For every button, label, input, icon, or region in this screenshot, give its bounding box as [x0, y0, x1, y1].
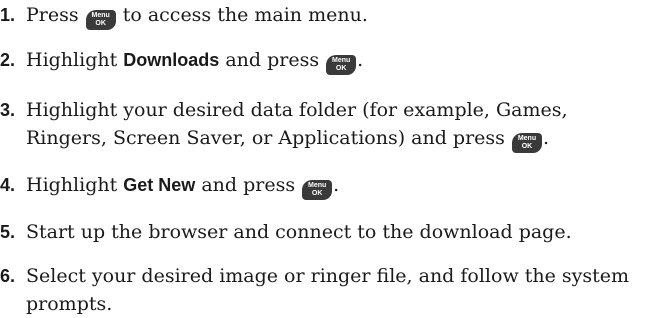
step-text: and press	[225, 49, 320, 71]
step-number: 2.	[0, 50, 16, 70]
step-number: 5.	[0, 222, 16, 242]
step-punctuation: .	[542, 127, 550, 149]
menu-ok-key-icon: Menu OK	[511, 133, 542, 153]
instruction-steps: 1. Press Menu OK to access the main menu. …	[0, 0, 664, 315]
step-text: Highlight your desired data folder (for …	[26, 99, 568, 121]
step-5: 5. Start up the browser and connect to th…	[0, 218, 664, 246]
step-number: 1.	[0, 5, 16, 25]
menu-ok-key-icon: Menu OK	[326, 55, 357, 75]
step-text: Ringers, Screen Saver, or Applications) …	[26, 127, 505, 149]
step-text: prompts.	[26, 293, 113, 315]
menu-ok-key-icon: Menu OK	[85, 10, 116, 30]
step-punctuation: .	[333, 174, 340, 196]
step-number: 3.	[0, 100, 16, 120]
step-1: 1. Press Menu OK to access the main menu.	[0, 1, 664, 30]
step-punctuation: .	[357, 49, 364, 71]
step-text: Select your desired image or ringer file…	[26, 265, 630, 287]
step-text: to access the main menu.	[122, 4, 368, 26]
step-number: 4.	[0, 175, 16, 195]
menu-option-name: Get New	[123, 175, 196, 195]
step-text: and press	[201, 174, 296, 196]
step-number: 6.	[0, 266, 16, 286]
step-text: Highlight	[26, 49, 118, 71]
menu-option-name: Downloads	[123, 50, 220, 70]
step-text: Highlight	[26, 174, 118, 196]
step-2: 2. Highlight Downloads and press Menu OK.	[0, 46, 664, 75]
step-3: 3. Highlight your desired data folder (fo…	[0, 96, 664, 153]
step-text: Press	[26, 4, 79, 26]
step-6: 6. Select your desired image or ringer fi…	[0, 262, 664, 318]
step-4: 4. Highlight Get New and press Menu OK.	[0, 171, 664, 200]
menu-ok-key-icon: Menu OK	[302, 180, 333, 200]
step-text: Start up the browser and connect to the …	[26, 221, 572, 243]
